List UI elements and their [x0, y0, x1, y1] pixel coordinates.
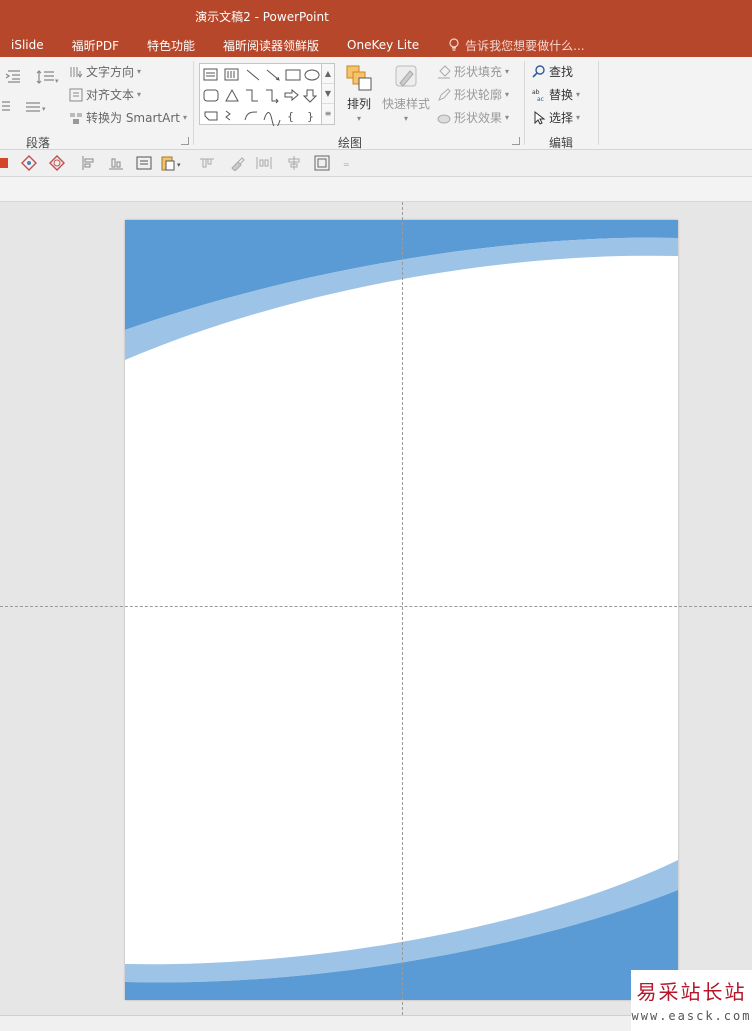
- svg-text:}: }: [307, 110, 314, 123]
- paint-bucket-icon: [438, 64, 451, 79]
- vertical-guide[interactable]: [402, 202, 403, 1015]
- text-direction-icon: [70, 66, 83, 78]
- gallery-scroll[interactable]: ▲ ▼ ≡: [321, 63, 335, 125]
- slide-workspace[interactable]: [0, 202, 752, 1015]
- shape-effects-button[interactable]: 形状效果 ▾: [437, 109, 509, 126]
- drawing-launcher[interactable]: [512, 137, 520, 145]
- group-separator: [598, 61, 599, 145]
- horizontal-guide[interactable]: [0, 606, 752, 607]
- watermark: 易采站长站 www.easck.com: [631, 970, 752, 1031]
- convert-smartart-label: 转换为 SmartArt: [86, 111, 180, 125]
- text-direction-label: 文字方向: [86, 65, 135, 79]
- columns-icon[interactable]: [0, 99, 12, 115]
- group-separator: [193, 61, 194, 145]
- ribbon: ▾ ▾ 文字方向 ▾ 对齐文本 ▾ 转换为 SmartArt ▾ 段落 {} …: [0, 57, 752, 150]
- tab-special-features[interactable]: 特色功能: [147, 37, 195, 54]
- tab-onekey-lite[interactable]: OneKey Lite: [347, 38, 419, 52]
- format-painter-icon[interactable]: [229, 155, 245, 171]
- shape-fill-button[interactable]: 形状填充 ▾: [437, 63, 509, 80]
- tab-islide[interactable]: iSlide: [11, 38, 44, 52]
- paragraph-launcher[interactable]: [181, 137, 189, 145]
- svg-text:{: {: [287, 110, 294, 123]
- shape-fill-label: 形状填充: [454, 65, 503, 79]
- line-spacing-icon[interactable]: ▾: [36, 69, 60, 85]
- replace-icon: abac: [532, 89, 544, 102]
- align-text-label: 对齐文本: [86, 88, 135, 102]
- align-center-icon[interactable]: [199, 155, 215, 171]
- align-text-icon: [69, 88, 83, 101]
- svg-text:▾: ▾: [177, 161, 181, 169]
- arrange-button[interactable]: 排列 ▾: [344, 63, 374, 123]
- window-title: 演示文稿2 - PowerPoint: [195, 10, 329, 24]
- svg-text:▾: ▾: [55, 77, 59, 85]
- select-button[interactable]: 选择 ▾: [532, 109, 580, 126]
- align-middle-icon[interactable]: [286, 155, 302, 171]
- effects-icon: [437, 114, 451, 123]
- distribute-icon[interactable]: [256, 155, 272, 171]
- color-icon[interactable]: [0, 155, 12, 171]
- rotate-shape-icon[interactable]: [21, 155, 37, 171]
- align-left-icon[interactable]: [80, 155, 96, 171]
- toolbar-more-icon[interactable]: =: [342, 155, 352, 171]
- find-label: 查找: [549, 65, 574, 79]
- bullets-icon[interactable]: ▾: [24, 101, 50, 113]
- textbox-icon[interactable]: [136, 155, 152, 171]
- convert-smartart-button[interactable]: 转换为 SmartArt ▾: [69, 109, 187, 126]
- editing-group-label: 编辑: [549, 136, 574, 150]
- svg-text:ac: ac: [537, 96, 544, 102]
- svg-text:▾: ▾: [42, 105, 46, 113]
- shape-effects-label: 形状效果: [454, 111, 503, 125]
- quick-toolbar: ▾ =: [0, 150, 752, 177]
- replace-button[interactable]: ab ac 替换 ▾: [532, 86, 580, 103]
- cursor-icon: [534, 110, 546, 125]
- shapes-gallery[interactable]: { }: [199, 63, 335, 126]
- title-bar: 演示文稿2 - PowerPoint iSlide 福昕PDF 特色功能 福昕阅…: [0, 0, 752, 57]
- text-direction-button[interactable]: 文字方向 ▾: [69, 63, 141, 80]
- svg-text:ab: ab: [532, 89, 540, 96]
- gallery-up-icon[interactable]: ▲: [322, 64, 334, 84]
- arrange-label: 排列: [346, 97, 371, 111]
- watermark-url: www.easck.com: [631, 1009, 752, 1023]
- ribbon-tabs: iSlide 福昕PDF 特色功能 福昕阅读器领鲜版 OneKey Lite 告…: [0, 35, 585, 55]
- shape-outline-button[interactable]: 形状轮廓 ▾: [437, 86, 509, 103]
- drawing-group-label: 绘图: [338, 136, 363, 150]
- lightbulb-icon: [449, 38, 459, 51]
- quick-styles-icon: [395, 65, 417, 87]
- svg-text:=: =: [343, 160, 350, 169]
- quick-styles-button[interactable]: 快速样式 ▾: [382, 63, 430, 123]
- paste-icon[interactable]: ▾: [160, 155, 186, 171]
- quick-styles-label: 快速样式: [382, 97, 431, 111]
- tab-foxit-reader[interactable]: 福昕阅读器领鲜版: [223, 37, 319, 54]
- replace-label: 替换: [549, 88, 574, 102]
- find-button[interactable]: 查找: [532, 63, 573, 80]
- align-text-button[interactable]: 对齐文本 ▾: [69, 86, 141, 103]
- pencil-icon: [438, 87, 451, 101]
- tab-foxit-pdf[interactable]: 福昕PDF: [72, 37, 119, 54]
- arrange-icon: [346, 65, 372, 91]
- select-label: 选择: [549, 111, 574, 125]
- edit-points-icon[interactable]: [49, 155, 65, 171]
- watermark-title: 易采站长站: [636, 980, 747, 1004]
- group-separator: [524, 61, 525, 145]
- search-icon: [532, 64, 545, 78]
- smartart-icon: [70, 112, 82, 124]
- shape-outline-label: 形状轮廓: [454, 88, 503, 102]
- align-bottom-icon[interactable]: [108, 155, 124, 171]
- shapes-gallery-icons: { }: [203, 68, 320, 126]
- indent-icon[interactable]: [4, 69, 22, 83]
- group-objects-icon[interactable]: [314, 155, 330, 171]
- gallery-down-icon[interactable]: ▼: [322, 84, 334, 104]
- gallery-more-icon[interactable]: ≡: [322, 104, 334, 124]
- paragraph-group-label: 段落: [26, 136, 51, 150]
- tell-me-text: 告诉我您想要做什么...: [465, 38, 585, 53]
- tell-me-box[interactable]: 告诉我您想要做什么...: [447, 37, 585, 54]
- ruler: [0, 177, 752, 202]
